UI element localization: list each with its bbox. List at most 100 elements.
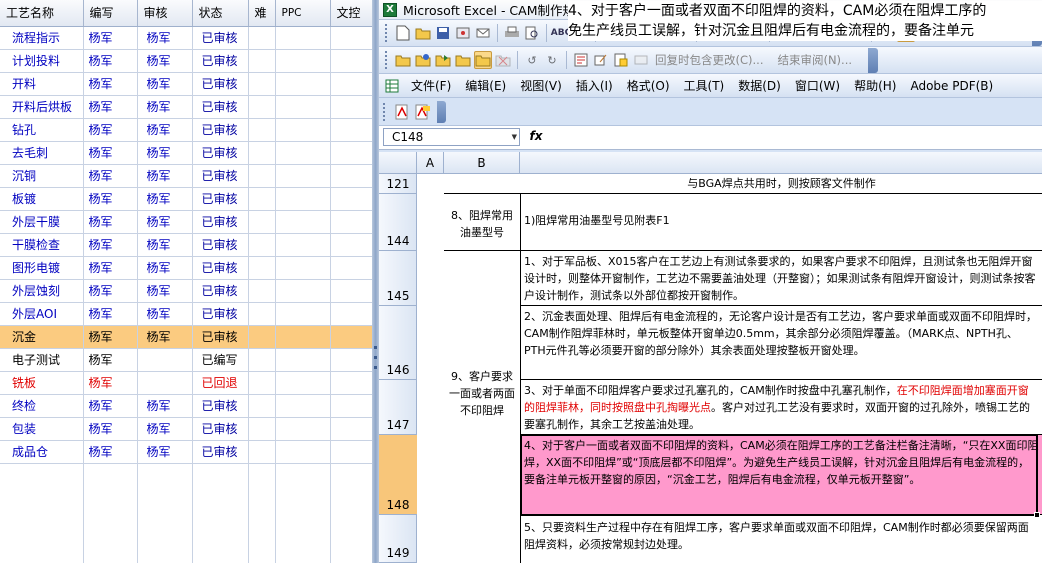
table-row[interactable]: 外层干膜 杨军 杨军 已审核 [0, 210, 372, 234]
insert-function-icon[interactable]: fx [520, 129, 552, 143]
cell-doc-control[interactable] [330, 95, 372, 119]
cell-ppc[interactable] [275, 141, 331, 165]
col-header-doc-control[interactable]: 文控 [330, 0, 372, 27]
cell-ppc[interactable] [275, 210, 331, 234]
track-changes-icon[interactable]: ↺ [523, 51, 541, 69]
cell-status[interactable]: 已审核 [192, 394, 249, 418]
cell-difficulty[interactable] [248, 118, 276, 142]
cell-difficulty[interactable] [248, 302, 276, 326]
menu-data[interactable]: 数据(D) [734, 76, 785, 95]
cell-process-name[interactable]: 外层干膜 [0, 210, 84, 234]
cell-writer[interactable]: 杨军 [83, 141, 138, 165]
cell-writer[interactable]: 杨军 [83, 49, 138, 73]
cell-status[interactable]: 已审核 [192, 26, 249, 50]
cell-process-name[interactable]: 沉金 [0, 325, 84, 349]
cell-difficulty[interactable] [248, 141, 276, 165]
toolbar-options-icon[interactable] [868, 47, 879, 73]
cell-status[interactable]: 已审核 [192, 118, 249, 142]
cell-writer[interactable]: 杨军 [83, 187, 138, 211]
cell-reviewer[interactable]: 杨军 [137, 279, 193, 303]
cell-difficulty[interactable] [248, 394, 276, 418]
cell-writer[interactable]: 杨军 [83, 348, 138, 372]
cell-doc-control[interactable] [330, 417, 372, 441]
cell-ppc[interactable] [275, 233, 331, 257]
select-all-corner[interactable] [379, 152, 417, 173]
cell-status[interactable]: 已审核 [192, 95, 249, 119]
table-row[interactable]: 沉金 杨军 杨军 已审核 [0, 325, 372, 349]
cell-process-name[interactable]: 去毛刺 [0, 141, 84, 165]
cell-process-name[interactable]: 铣板 [0, 371, 84, 395]
table-row[interactable]: 开料 杨军 杨军 已审核 [0, 72, 372, 96]
cell-ppc[interactable] [275, 164, 331, 188]
col-header-difficulty[interactable]: 难 [248, 0, 276, 27]
cell-status[interactable]: 已审核 [192, 325, 249, 349]
menu-insert[interactable]: 插入(I) [572, 76, 617, 95]
cell-difficulty[interactable] [248, 72, 276, 96]
col-header-c[interactable] [520, 152, 1042, 173]
cell-process-name[interactable]: 终检 [0, 394, 84, 418]
cell-doc-control[interactable] [330, 141, 372, 165]
accept-change-icon[interactable]: ↻ [543, 51, 561, 69]
cell-status[interactable]: 已审核 [192, 417, 249, 441]
col-header-reviewer[interactable]: 审核 [137, 0, 193, 27]
menu-file[interactable]: 文件(F) [407, 76, 455, 95]
cell-difficulty[interactable] [248, 233, 276, 257]
cell-process-name[interactable]: 电子测试 [0, 348, 84, 372]
cell-ppc[interactable] [275, 118, 331, 142]
cell-ppc[interactable] [275, 417, 331, 441]
cell-b121[interactable] [444, 174, 521, 194]
cell-ppc[interactable] [275, 72, 331, 96]
highlight-icon[interactable] [612, 51, 630, 69]
cell-writer[interactable]: 杨军 [83, 118, 138, 142]
col-header-writer[interactable]: 编写 [83, 0, 138, 27]
table-row[interactable]: 开料后烘板 杨军 杨军 已审核 [0, 95, 372, 119]
cell-doc-control[interactable] [330, 279, 372, 303]
cell-difficulty[interactable] [248, 325, 276, 349]
cell-doc-control[interactable] [330, 348, 372, 372]
cell-process-name[interactable]: 成品仓 [0, 440, 84, 464]
menu-help[interactable]: 帮助(H) [850, 76, 900, 95]
cell-reviewer[interactable] [137, 348, 193, 372]
cell-doc-control[interactable] [330, 256, 372, 280]
row-header-146[interactable]: 146 [379, 306, 417, 380]
cell-process-name[interactable]: 开料 [0, 72, 84, 96]
toolbar-grip-icon[interactable] [385, 51, 388, 69]
cell-difficulty[interactable] [248, 440, 276, 464]
menu-edit[interactable]: 编辑(E) [461, 76, 510, 95]
cell-doc-control[interactable] [330, 394, 372, 418]
email-icon[interactable] [474, 24, 492, 42]
print-preview-icon[interactable] [523, 24, 541, 42]
permission-icon[interactable] [454, 24, 472, 42]
cell-doc-control[interactable] [330, 233, 372, 257]
cell-ppc[interactable] [275, 26, 331, 50]
cell-doc-control[interactable] [330, 371, 372, 395]
cell-reviewer[interactable]: 杨军 [137, 394, 193, 418]
row-header-145[interactable]: 145 [379, 251, 417, 306]
cell-reviewer[interactable]: 杨军 [137, 233, 193, 257]
cell-ppc[interactable] [275, 49, 331, 73]
cell-reviewer[interactable]: 杨军 [137, 118, 193, 142]
protect-icon[interactable] [572, 51, 590, 69]
convert-and-email-pdf-icon[interactable] [414, 103, 432, 121]
cell-reviewer[interactable]: 杨军 [137, 72, 193, 96]
track-folder-icon[interactable] [414, 51, 432, 69]
cell-reviewer[interactable]: 杨军 [137, 325, 193, 349]
table-row[interactable]: 终检 杨军 杨军 已审核 [0, 394, 372, 418]
menu-tools[interactable]: 工具(T) [680, 76, 729, 95]
cell-doc-control[interactable] [330, 118, 372, 142]
cell-process-name[interactable]: 开料后烘板 [0, 95, 84, 119]
cell-ppc[interactable] [275, 440, 331, 464]
show-all-comments-icon[interactable] [474, 51, 492, 69]
cell-c146[interactable]: 2、沉金表面处理、阻焊后有电金流程的，无论客户设计是否有工艺边，客户要求单面或双… [521, 306, 1042, 380]
cell-difficulty[interactable] [248, 210, 276, 234]
cell-status[interactable]: 已审核 [192, 141, 249, 165]
cell-difficulty[interactable] [248, 187, 276, 211]
cell-reviewer[interactable]: 杨军 [137, 26, 193, 50]
cell-status[interactable]: 已审核 [192, 440, 249, 464]
cell-status[interactable]: 已审核 [192, 164, 249, 188]
table-row[interactable]: 成品仓 杨军 杨军 已审核 [0, 440, 372, 464]
cell-doc-control[interactable] [330, 210, 372, 234]
cell-status[interactable]: 已审核 [192, 72, 249, 96]
cell-reviewer[interactable]: 杨军 [137, 164, 193, 188]
cell-writer[interactable]: 杨军 [83, 210, 138, 234]
